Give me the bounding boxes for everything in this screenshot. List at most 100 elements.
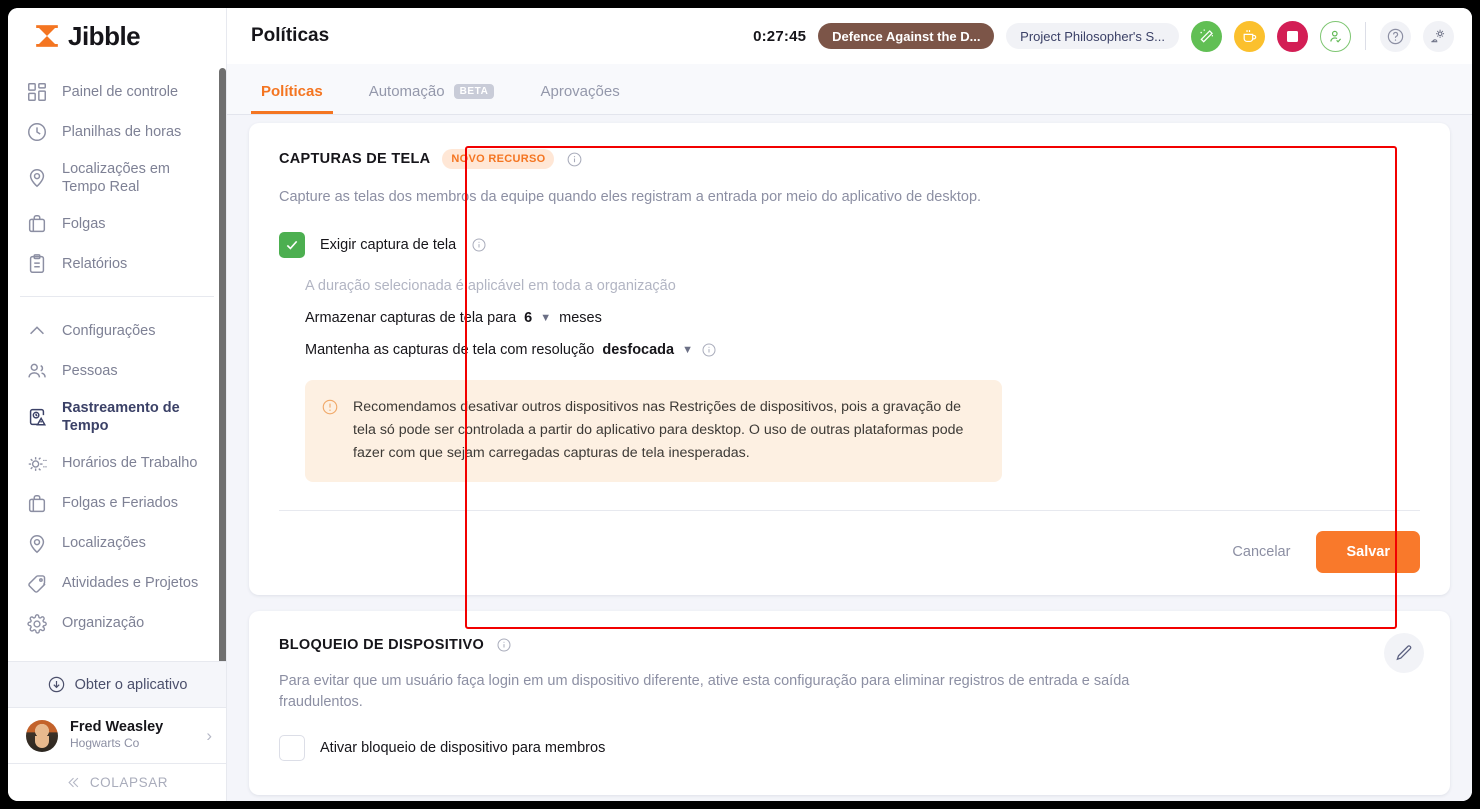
tab-aprovacoes[interactable]: Aprovações	[530, 83, 629, 114]
briefcase-icon	[28, 215, 46, 233]
chevron-right-icon: ›	[206, 725, 212, 745]
new-feature-badge: NOVO RECURSO	[442, 149, 555, 169]
break-button[interactable]	[1234, 20, 1265, 52]
nav-group-settings: Configurações Pessoas Rastreamento de Te…	[8, 303, 226, 643]
sidebar-item-configuracoes[interactable]: Configurações	[8, 311, 226, 351]
profile-org: Hogwarts Co	[70, 736, 140, 751]
sidebar-item-label: Relatórios	[62, 256, 128, 273]
gear-icon	[27, 613, 47, 634]
clipboard-icon	[29, 254, 45, 274]
settings-gear-icon	[1431, 29, 1445, 42]
recommendation-notice-text: Recomendamos desativar outros dispositiv…	[353, 399, 964, 462]
sidebar-item-pessoas[interactable]: Pessoas	[8, 351, 226, 391]
user-check-icon	[1330, 30, 1342, 43]
chevron-up-icon	[30, 326, 44, 335]
sidebar-item-organizacao[interactable]: Organização	[8, 604, 226, 644]
sidebar-item-folgas-e-feriados[interactable]: Folgas e Feriados	[8, 484, 226, 524]
sidebar: Jibble Painel de controle Planilhas de h…	[8, 8, 227, 801]
stop-button[interactable]	[1277, 20, 1308, 52]
sidebar-item-label: Organização	[62, 615, 145, 632]
settings-button[interactable]	[1423, 20, 1454, 52]
profile-text: Fred Weasley Hogwarts Co	[70, 719, 163, 752]
collapse-button[interactable]: COLAPSAR	[8, 763, 226, 801]
topbar-divider	[1365, 22, 1366, 50]
tab-label: Aprovações	[540, 83, 620, 100]
topbar: Políticas 0:27:45 Defence Against the D.…	[227, 8, 1472, 64]
resolution-value[interactable]: desfocada	[602, 342, 674, 358]
briefcase-icon	[28, 494, 46, 512]
tab-automacao[interactable]: Automação BETA	[359, 83, 505, 114]
profile-name: Fred Weasley	[70, 719, 164, 735]
project-pill[interactable]: Project Philosopher's S...	[1006, 23, 1179, 49]
jibble-logo-icon	[36, 25, 58, 47]
sidebar-item-horarios-de-trabalho[interactable]: Horários de Trabalho	[8, 444, 226, 484]
chevron-down-icon[interactable]: ▼	[682, 344, 693, 356]
device-lock-checkbox-label: Ativar bloqueio de dispositivo para memb…	[320, 740, 606, 757]
cancel-button[interactable]: Cancelar	[1232, 544, 1290, 560]
device-lock-card-header: BLOQUEIO DE DISPOSITIVO	[279, 637, 1420, 653]
sidebar-item-label: Folgas	[62, 216, 106, 233]
sidebar-item-painel-de-controle[interactable]: Painel de controle	[8, 72, 226, 112]
brand-name: Jibble	[68, 20, 141, 51]
user-profile[interactable]: Fred Weasley Hogwarts Co ›	[8, 707, 226, 763]
require-screenshot-label: Exigir captura de tela	[320, 237, 457, 254]
sidebar-item-label: Rastreamento de Tempo	[62, 400, 180, 435]
sidebar-item-label: Pessoas	[62, 363, 118, 380]
brand-logo[interactable]: Jibble	[8, 8, 226, 64]
sidebar-scrollbar-thumb[interactable]	[219, 68, 226, 661]
get-app-button[interactable]: Obter o aplicativo	[8, 661, 226, 707]
org-duration-note: A duração selecionada é aplicável em tod…	[305, 278, 676, 295]
check-icon	[286, 240, 298, 250]
sidebar-item-localizacoes-em-tempo-real[interactable]: Localizações em Tempo Real	[8, 152, 226, 204]
sidebar-item-label: Painel de controle	[62, 83, 179, 100]
sidebar-item-planilhas-de-horas[interactable]: Planilhas de horas	[8, 112, 226, 152]
sidebar-item-localizacoes[interactable]: Localizações	[8, 524, 226, 564]
time-tracking-icon	[29, 409, 47, 426]
sidebar-item-folgas[interactable]: Folgas	[8, 204, 226, 244]
sidebar-item-label: Localizações	[62, 535, 146, 552]
pencil-icon	[1396, 645, 1412, 661]
sidebar-item-rastreamento-de-tempo[interactable]: Rastreamento de Tempo	[8, 391, 226, 443]
tab-label: Políticas	[261, 83, 323, 100]
device-lock-checkbox[interactable]	[279, 735, 305, 762]
attendance-button[interactable]	[1320, 20, 1351, 52]
coffee-cup-icon	[1243, 29, 1257, 42]
sidebar-item-atividades-e-projetos[interactable]: Atividades e Projetos	[8, 564, 226, 604]
tab-politicas[interactable]: Políticas	[251, 83, 333, 114]
retention-suffix-label: meses	[559, 310, 602, 327]
device-lock-description: Para evitar que um usuário faça login em…	[279, 673, 1130, 711]
sidebar-item-label: Planilhas de horas	[62, 123, 182, 140]
sidebar-item-label: Localizações em Tempo Real	[62, 161, 170, 196]
require-screenshot-row: Exigir captura de tela	[279, 232, 1420, 259]
beta-badge: BETA	[453, 84, 495, 99]
activity-pill[interactable]: Defence Against the D...	[818, 23, 995, 49]
sidebar-item-label: Atividades e Projetos	[62, 575, 199, 592]
tabs-bar: Políticas Automação BETA Aprovações	[227, 64, 1472, 115]
chevron-down-icon[interactable]: ▼	[540, 312, 551, 324]
info-icon[interactable]	[496, 637, 512, 653]
tab-label: Automação	[368, 83, 445, 100]
people-icon	[28, 363, 46, 378]
start-tracking-button[interactable]	[1191, 20, 1222, 52]
save-button[interactable]: Salvar	[1316, 531, 1420, 574]
info-icon[interactable]	[566, 151, 583, 168]
retention-value[interactable]: 6	[524, 310, 532, 326]
help-button[interactable]	[1380, 20, 1411, 52]
require-screenshot-checkbox[interactable]	[279, 232, 305, 259]
chevron-double-left-icon	[68, 777, 79, 788]
edit-device-lock-button[interactable]	[1384, 633, 1424, 674]
sidebar-scrollbar[interactable]	[219, 64, 226, 661]
retention-prefix-label: Armazenar capturas de tela para	[305, 310, 517, 327]
info-icon[interactable]	[701, 342, 717, 358]
retention-row: Armazenar capturas de tela para 6 ▼ mese…	[305, 310, 1420, 326]
info-icon[interactable]	[471, 237, 487, 253]
stop-square-icon	[1287, 30, 1298, 42]
recommendation-notice: Recomendamos desativar outros dispositiv…	[305, 380, 1002, 483]
timer-display: 0:27:45	[753, 27, 807, 45]
clock-icon	[28, 123, 46, 141]
sidebar-item-relatorios[interactable]: Relatórios	[8, 244, 226, 284]
location-pin-icon	[29, 534, 45, 553]
warning-icon	[322, 399, 338, 415]
device-lock-card: BLOQUEIO DE DISPOSITIVO Para evitar que …	[249, 611, 1450, 796]
avatar	[26, 719, 58, 752]
